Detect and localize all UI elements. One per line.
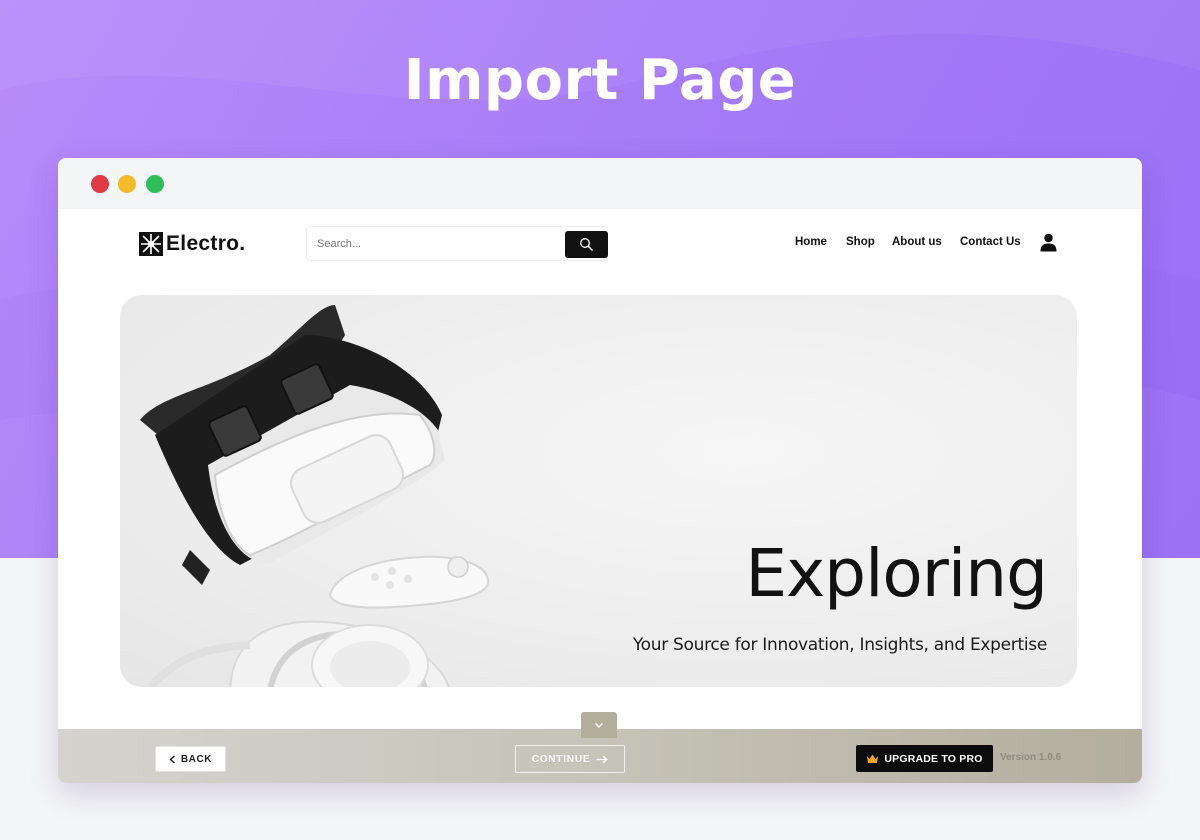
back-label: BACK bbox=[180, 753, 213, 765]
search-button[interactable] bbox=[565, 231, 608, 258]
continue-button[interactable]: CONTINUE bbox=[515, 745, 625, 773]
vr-headset-illustration bbox=[140, 305, 445, 585]
site-logo[interactable]: Electro. bbox=[138, 229, 245, 259]
nav-contact-us[interactable]: Contact Us bbox=[960, 236, 1021, 252]
site-header: Electro. Home Shop About us Contact Us bbox=[58, 209, 1142, 279]
hero-banner: Exploring Your Source for Innovation, In… bbox=[120, 295, 1077, 687]
search-icon bbox=[580, 238, 594, 252]
nav-about-us[interactable]: About us bbox=[892, 236, 942, 252]
logo-text: Electro. bbox=[166, 232, 246, 255]
search-bar bbox=[306, 226, 608, 261]
starburst-icon bbox=[139, 232, 163, 256]
arrow-right-icon bbox=[596, 755, 609, 763]
nav-home[interactable]: Home bbox=[795, 236, 827, 252]
continue-label: CONTINUE bbox=[531, 753, 591, 765]
crown-icon bbox=[867, 754, 879, 763]
minimize-window-dot[interactable] bbox=[118, 175, 136, 193]
hero-title: Exploring bbox=[745, 535, 1048, 612]
vr-controller-illustration bbox=[328, 555, 490, 609]
close-window-dot[interactable] bbox=[91, 175, 109, 193]
hero-image bbox=[140, 305, 490, 687]
hero-subtitle: Your Source for Innovation, Insights, an… bbox=[632, 635, 1047, 655]
headphones-illustration bbox=[147, 620, 450, 687]
page-heading: Import Page bbox=[403, 48, 797, 113]
chevron-left-icon bbox=[169, 754, 175, 764]
scroll-toggle-button[interactable] bbox=[581, 712, 617, 738]
user-icon[interactable] bbox=[1040, 233, 1057, 252]
version-label: Version 1.0.6 bbox=[1000, 752, 1062, 763]
browser-window: Electro. Home Shop About us Contact Us bbox=[58, 158, 1142, 783]
chevron-down-icon bbox=[594, 722, 604, 728]
browser-titlebar bbox=[58, 158, 1142, 209]
back-button[interactable]: BACK bbox=[155, 746, 226, 772]
upgrade-to-pro-button[interactable]: UPGRADE TO PRO bbox=[856, 745, 993, 772]
upgrade-label: UPGRADE TO PRO bbox=[884, 752, 983, 765]
nav-shop[interactable]: Shop bbox=[846, 236, 875, 252]
search-input[interactable] bbox=[317, 235, 557, 253]
maximize-window-dot[interactable] bbox=[146, 175, 164, 193]
